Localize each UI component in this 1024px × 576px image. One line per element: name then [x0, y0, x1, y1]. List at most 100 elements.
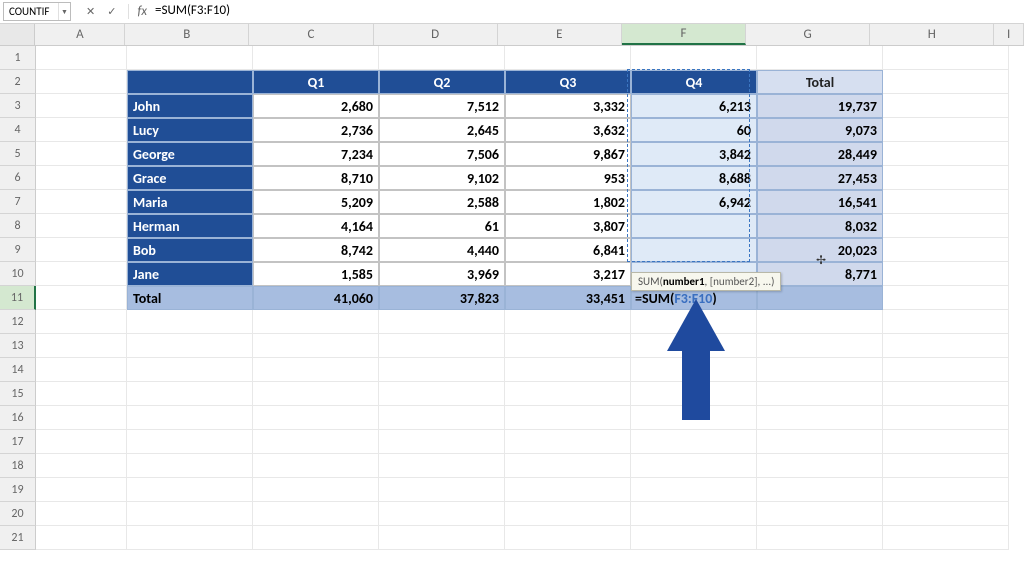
- cell[interactable]: [757, 46, 883, 70]
- cell[interactable]: [757, 334, 883, 358]
- cell[interactable]: [505, 478, 631, 502]
- data-cell[interactable]: 9,102: [379, 166, 505, 190]
- table-header-q4[interactable]: Q4: [631, 70, 757, 94]
- data-cell[interactable]: 1,585: [253, 262, 379, 286]
- cell[interactable]: [757, 310, 883, 334]
- row-header-19[interactable]: 19: [0, 478, 36, 502]
- cell[interactable]: [379, 526, 505, 550]
- row-total[interactable]: 9,073: [757, 118, 883, 142]
- cell[interactable]: [883, 502, 1009, 526]
- data-cell[interactable]: 3,807: [505, 214, 631, 238]
- row-header-15[interactable]: 15: [0, 382, 36, 406]
- accept-formula-button[interactable]: ✓: [104, 5, 119, 18]
- cell[interactable]: [253, 46, 379, 70]
- cell[interactable]: [253, 478, 379, 502]
- cell[interactable]: [883, 142, 1009, 166]
- cell[interactable]: [36, 358, 127, 382]
- data-cell[interactable]: 7,506: [379, 142, 505, 166]
- cell[interactable]: [379, 478, 505, 502]
- row-header-7[interactable]: 7: [0, 190, 36, 214]
- data-cell[interactable]: 2,736: [253, 118, 379, 142]
- cell[interactable]: [36, 70, 127, 94]
- cell[interactable]: [883, 190, 1009, 214]
- col-header-F[interactable]: F: [622, 24, 746, 45]
- cell[interactable]: [36, 406, 127, 430]
- cell[interactable]: [883, 70, 1009, 94]
- data-cell[interactable]: 8,688: [631, 166, 757, 190]
- cell[interactable]: [253, 334, 379, 358]
- table-header[interactable]: [127, 70, 253, 94]
- data-cell[interactable]: 9,867: [505, 142, 631, 166]
- data-cell[interactable]: 8,742: [253, 238, 379, 262]
- col-header-A[interactable]: A: [35, 24, 125, 45]
- row-name[interactable]: George: [127, 142, 253, 166]
- cell[interactable]: [36, 262, 127, 286]
- name-box[interactable]: COUNTIF ▼: [3, 2, 71, 21]
- cell[interactable]: [757, 406, 883, 430]
- col-header-E[interactable]: E: [498, 24, 622, 45]
- cell[interactable]: [127, 502, 253, 526]
- data-cell[interactable]: 61: [379, 214, 505, 238]
- row-header-14[interactable]: 14: [0, 358, 36, 382]
- cell[interactable]: [505, 526, 631, 550]
- cell[interactable]: [253, 406, 379, 430]
- cell[interactable]: [883, 238, 1009, 262]
- cell[interactable]: [631, 502, 757, 526]
- table-header-q3[interactable]: Q3: [505, 70, 631, 94]
- row-header-5[interactable]: 5: [0, 142, 36, 166]
- cell[interactable]: [883, 526, 1009, 550]
- col-header-H[interactable]: H: [870, 24, 994, 45]
- data-cell[interactable]: 3,842: [631, 142, 757, 166]
- row-name[interactable]: Maria: [127, 190, 253, 214]
- data-cell[interactable]: 7,234: [253, 142, 379, 166]
- row-header-12[interactable]: 12: [0, 310, 36, 334]
- cell[interactable]: [36, 94, 127, 118]
- cell[interactable]: [36, 454, 127, 478]
- cell[interactable]: [379, 310, 505, 334]
- cell[interactable]: [36, 190, 127, 214]
- formula-input[interactable]: =SUM(F3:F10): [147, 3, 1024, 21]
- cell[interactable]: [127, 310, 253, 334]
- cell[interactable]: [127, 382, 253, 406]
- cell[interactable]: [505, 502, 631, 526]
- cell[interactable]: [757, 478, 883, 502]
- cell[interactable]: [883, 430, 1009, 454]
- cell[interactable]: [36, 430, 127, 454]
- row-header-11[interactable]: 11: [0, 286, 36, 310]
- data-cell[interactable]: 8,710: [253, 166, 379, 190]
- cell[interactable]: [36, 46, 127, 70]
- data-cell[interactable]: 2,645: [379, 118, 505, 142]
- cell[interactable]: [379, 334, 505, 358]
- cell[interactable]: [127, 526, 253, 550]
- cell[interactable]: [505, 358, 631, 382]
- cell[interactable]: [379, 502, 505, 526]
- cell[interactable]: [505, 46, 631, 70]
- row-header-20[interactable]: 20: [0, 502, 36, 526]
- cell[interactable]: [127, 430, 253, 454]
- cancel-formula-button[interactable]: ✕: [83, 5, 98, 18]
- cell[interactable]: [127, 406, 253, 430]
- cell[interactable]: [253, 358, 379, 382]
- cell[interactable]: [379, 358, 505, 382]
- data-cell[interactable]: 6,213: [631, 94, 757, 118]
- cell[interactable]: [36, 310, 127, 334]
- fx-icon[interactable]: fx: [128, 4, 147, 19]
- cell[interactable]: [883, 334, 1009, 358]
- row-total[interactable]: 19,737: [757, 94, 883, 118]
- row-name[interactable]: Herman: [127, 214, 253, 238]
- cell[interactable]: [36, 526, 127, 550]
- cell[interactable]: [505, 430, 631, 454]
- cell[interactable]: [505, 406, 631, 430]
- cell[interactable]: [36, 286, 127, 310]
- cell[interactable]: [379, 46, 505, 70]
- cell[interactable]: [757, 454, 883, 478]
- cell[interactable]: [379, 382, 505, 406]
- data-cell[interactable]: 1,802: [505, 190, 631, 214]
- data-cell[interactable]: [631, 238, 757, 262]
- cell[interactable]: [631, 526, 757, 550]
- table-header-q2[interactable]: Q2: [379, 70, 505, 94]
- cell[interactable]: [127, 46, 253, 70]
- data-cell[interactable]: 7,512: [379, 94, 505, 118]
- cell[interactable]: [36, 142, 127, 166]
- cell[interactable]: [883, 382, 1009, 406]
